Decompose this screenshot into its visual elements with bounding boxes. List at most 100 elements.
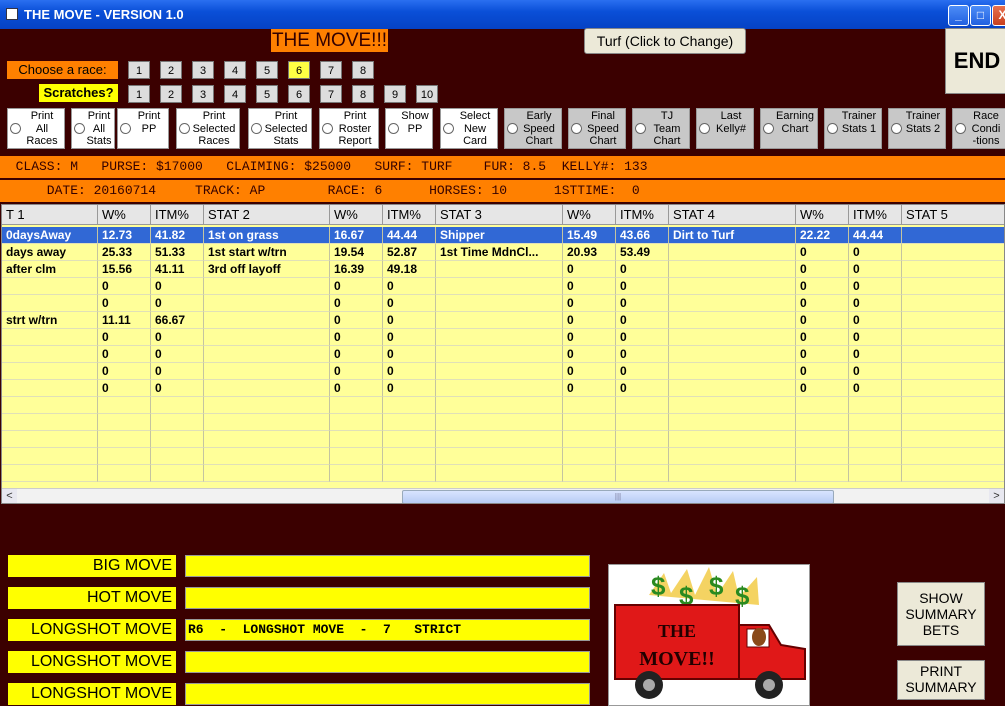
- move-value-field[interactable]: [185, 683, 590, 705]
- table-cell[interactable]: [669, 244, 796, 261]
- table-cell[interactable]: [436, 346, 563, 363]
- table-cell[interactable]: 0: [849, 278, 902, 295]
- table-cell[interactable]: 0: [616, 329, 669, 346]
- table-cell[interactable]: [383, 397, 436, 414]
- table-row[interactable]: [2, 448, 1004, 465]
- scratch-button-7[interactable]: 7: [320, 85, 342, 103]
- table-cell[interactable]: [563, 431, 616, 448]
- radio-icon[interactable]: [699, 123, 710, 134]
- table-cell[interactable]: 49.18: [383, 261, 436, 278]
- race-button-1[interactable]: 1: [128, 61, 150, 79]
- option-3[interactable]: Print Selected Races: [176, 108, 240, 149]
- table-cell[interactable]: [669, 312, 796, 329]
- table-cell[interactable]: 0: [383, 278, 436, 295]
- move-value-field[interactable]: [185, 651, 590, 673]
- table-cell[interactable]: [2, 380, 98, 397]
- radio-icon[interactable]: [891, 123, 902, 134]
- table-cell[interactable]: [436, 363, 563, 380]
- table-row[interactable]: 00000000: [2, 380, 1004, 397]
- scratch-button-6[interactable]: 6: [288, 85, 310, 103]
- table-cell[interactable]: [2, 431, 98, 448]
- table-cell[interactable]: [669, 448, 796, 465]
- table-cell[interactable]: 3rd off layoff: [204, 261, 330, 278]
- table-cell[interactable]: [330, 397, 383, 414]
- table-row[interactable]: [2, 414, 1004, 431]
- table-cell[interactable]: [796, 448, 849, 465]
- table-cell[interactable]: 41.11: [151, 261, 204, 278]
- table-cell[interactable]: 52.87: [383, 244, 436, 261]
- table-cell[interactable]: [151, 465, 204, 482]
- table-row[interactable]: days away 25.33 51.33 1st start w/trn 19.54 5…: [2, 244, 1004, 261]
- table-cell[interactable]: 0: [151, 329, 204, 346]
- option-6[interactable]: Show PP: [385, 108, 433, 149]
- table-cell[interactable]: [204, 397, 330, 414]
- table-cell[interactable]: 0: [98, 329, 151, 346]
- table-cell[interactable]: 51.33: [151, 244, 204, 261]
- table-cell[interactable]: [330, 465, 383, 482]
- table-cell[interactable]: 0: [563, 312, 616, 329]
- table-cell[interactable]: [669, 363, 796, 380]
- table-cell[interactable]: 0: [616, 312, 669, 329]
- table-cell[interactable]: 43.66: [616, 227, 669, 244]
- column-header[interactable]: STAT 5: [902, 205, 1004, 225]
- table-cell[interactable]: 0: [330, 278, 383, 295]
- table-cell[interactable]: [436, 295, 563, 312]
- option-1[interactable]: Print All Stats: [71, 108, 115, 149]
- table-row[interactable]: [2, 397, 1004, 414]
- table-cell[interactable]: [383, 448, 436, 465]
- table-cell[interactable]: 22.22: [796, 227, 849, 244]
- table-cell[interactable]: [2, 397, 98, 414]
- table-cell[interactable]: [563, 414, 616, 431]
- column-header[interactable]: W%: [796, 205, 849, 225]
- table-cell[interactable]: [902, 244, 1004, 261]
- table-cell[interactable]: 44.44: [849, 227, 902, 244]
- table-cell[interactable]: [436, 312, 563, 329]
- horizontal-scrollbar[interactable]: < ||| >: [2, 488, 1004, 503]
- table-row[interactable]: 00000000: [2, 346, 1004, 363]
- table-cell[interactable]: [436, 397, 563, 414]
- option-12[interactable]: Earning Chart: [760, 108, 818, 149]
- table-cell[interactable]: 0: [796, 295, 849, 312]
- table-cell[interactable]: 0: [796, 329, 849, 346]
- table-cell[interactable]: [902, 329, 1004, 346]
- table-cell[interactable]: [616, 414, 669, 431]
- table-cell[interactable]: [151, 414, 204, 431]
- table-cell[interactable]: 0: [849, 346, 902, 363]
- table-cell[interactable]: 66.67: [151, 312, 204, 329]
- table-row[interactable]: 0daysAway 12.73 41.82 1st on grass 16.67 44.4…: [2, 227, 1004, 244]
- option-10[interactable]: TJ Team Chart: [632, 108, 690, 149]
- move-value-field[interactable]: [185, 587, 590, 609]
- table-cell[interactable]: 0: [849, 244, 902, 261]
- table-cell[interactable]: [436, 414, 563, 431]
- table-cell[interactable]: 0: [383, 346, 436, 363]
- table-cell[interactable]: [98, 431, 151, 448]
- table-cell[interactable]: 0: [563, 295, 616, 312]
- option-5[interactable]: Print Roster Report: [319, 108, 379, 149]
- option-9[interactable]: Final Speed Chart: [568, 108, 626, 149]
- table-row[interactable]: [2, 431, 1004, 448]
- column-header[interactable]: STAT 3: [436, 205, 563, 225]
- table-cell[interactable]: 0: [849, 312, 902, 329]
- option-0[interactable]: Print All Races: [7, 108, 65, 149]
- table-cell[interactable]: 0: [616, 346, 669, 363]
- column-header[interactable]: STAT 2: [204, 205, 330, 225]
- radio-icon[interactable]: [179, 123, 190, 134]
- scratch-button-10[interactable]: 10: [416, 85, 438, 103]
- table-cell[interactable]: 0: [330, 312, 383, 329]
- table-cell[interactable]: [669, 465, 796, 482]
- table-cell[interactable]: 0: [98, 363, 151, 380]
- table-cell[interactable]: [2, 448, 98, 465]
- table-cell[interactable]: 53.49: [616, 244, 669, 261]
- table-cell[interactable]: 1st on grass: [204, 227, 330, 244]
- table-cell[interactable]: [902, 346, 1004, 363]
- table-cell[interactable]: 0: [563, 346, 616, 363]
- table-cell[interactable]: 0: [98, 380, 151, 397]
- table-cell[interactable]: 0: [849, 329, 902, 346]
- column-header[interactable]: ITM%: [151, 205, 204, 225]
- table-cell[interactable]: [204, 312, 330, 329]
- radio-icon[interactable]: [571, 123, 582, 134]
- table-cell[interactable]: 0: [563, 380, 616, 397]
- table-cell[interactable]: [436, 278, 563, 295]
- race-button-6[interactable]: 6: [288, 61, 310, 79]
- table-cell[interactable]: 20.93: [563, 244, 616, 261]
